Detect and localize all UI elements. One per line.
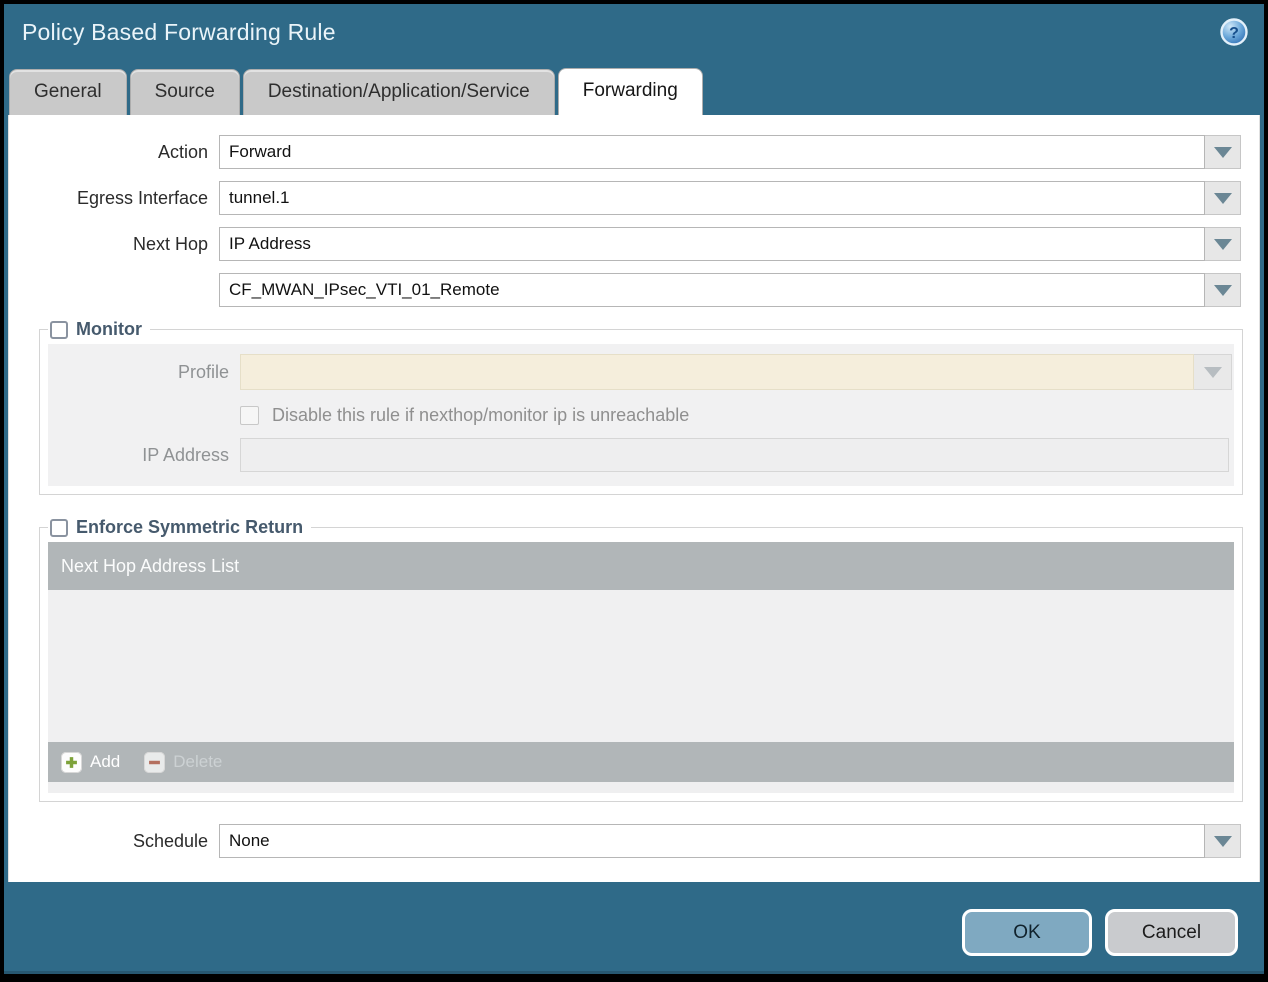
egress-interface-label: Egress Interface (76, 187, 208, 208)
chevron-down-icon (1213, 146, 1232, 158)
egress-interface-select[interactable]: tunnel.1 (219, 181, 1205, 215)
egress-interface-dropdown-button[interactable] (1205, 181, 1241, 215)
tab-destination-application-service[interactable]: Destination/Application/Service (242, 69, 555, 115)
help-icon-graphic: ? (1220, 18, 1248, 46)
next-hop-select[interactable]: IP Address (219, 227, 1205, 261)
monitor-ip-address-input (240, 438, 1229, 472)
monitor-fieldset: Monitor Profile Disable this rule if nex… (39, 319, 1243, 495)
add-button[interactable]: Add (61, 751, 121, 773)
profile-dropdown-button (1194, 354, 1232, 390)
enforce-symmetric-return-fieldset: Enforce Symmetric Return Next Hop Addres… (39, 517, 1243, 802)
tab-general[interactable]: General (9, 69, 127, 115)
delete-button-label: Delete (173, 752, 223, 771)
enforce-symmetric-return-legend: Enforce Symmetric Return (48, 517, 311, 538)
profile-label: Profile (177, 361, 229, 382)
disable-rule-checkbox (240, 406, 259, 425)
next-hop-address-list-header: Next Hop Address List (48, 542, 1234, 590)
action-row: Action Forward (9, 135, 1241, 169)
egress-interface-row: Egress Interface tunnel.1 (9, 181, 1241, 215)
enforce-symmetric-return-checkbox[interactable] (50, 518, 68, 537)
plus-icon (61, 751, 82, 773)
add-button-label: Add (90, 752, 121, 771)
chevron-down-icon (1213, 284, 1232, 296)
monitor-legend: Monitor (48, 319, 150, 340)
profile-select (240, 354, 1194, 390)
delete-button: Delete (144, 751, 223, 773)
next-hop-address-dropdown-button[interactable] (1205, 273, 1241, 307)
content-panel: Action Forward Egress Interface tunnel.1… (8, 115, 1260, 882)
chevron-down-icon (1213, 192, 1232, 204)
schedule-dropdown-button[interactable] (1205, 824, 1241, 858)
enforce-symmetric-return-legend-label: Enforce Symmetric Return (76, 517, 304, 537)
table-bottom-strip (48, 782, 1234, 793)
action-select[interactable]: Forward (219, 135, 1205, 169)
disable-rule-label: Disable this rule if nexthop/monitor ip … (272, 405, 690, 425)
tab-bar: General Source Destination/Application/S… (4, 68, 1264, 115)
schedule-row: Schedule None (9, 824, 1241, 858)
tab-forwarding[interactable]: Forwarding (557, 68, 703, 115)
footer-bar: OK Cancel (4, 882, 1264, 956)
ok-button[interactable]: OK (962, 909, 1092, 956)
monitor-ip-address-label: IP Address (142, 444, 229, 465)
profile-row: Profile (48, 354, 1232, 390)
next-hop-address-select[interactable]: CF_MWAN_IPsec_VTI_01_Remote (219, 273, 1205, 307)
tab-source[interactable]: Source (129, 69, 240, 115)
chevron-down-icon (1203, 366, 1222, 378)
next-hop-dropdown-button[interactable] (1205, 227, 1241, 261)
monitor-panel: Profile Disable this rule if nexthop/mon… (48, 344, 1234, 486)
action-dropdown-button[interactable] (1205, 135, 1241, 169)
monitor-legend-label: Monitor (76, 319, 142, 339)
disable-rule-row: Disable this rule if nexthop/monitor ip … (240, 405, 1232, 426)
next-hop-address-list-footer: Add Delete (48, 742, 1234, 782)
next-hop-address-list-body[interactable] (48, 590, 1234, 742)
dialog-frame: Policy Based Forwarding Rule ? General S… (4, 4, 1264, 974)
cancel-button[interactable]: Cancel (1105, 909, 1238, 956)
schedule-label: Schedule (132, 830, 208, 851)
help-icon[interactable]: ? (1219, 17, 1249, 47)
next-hop-label: Next Hop (132, 233, 208, 254)
chevron-down-icon (1213, 835, 1232, 847)
next-hop-address-row: CF_MWAN_IPsec_VTI_01_Remote (9, 273, 1241, 307)
monitor-checkbox[interactable] (50, 320, 68, 339)
dialog-title: Policy Based Forwarding Rule (22, 19, 336, 45)
minus-icon (144, 751, 166, 773)
chevron-down-icon (1213, 238, 1232, 250)
schedule-select[interactable]: None (219, 824, 1205, 858)
next-hop-row: Next Hop IP Address (9, 227, 1241, 261)
title-bar: Policy Based Forwarding Rule ? (4, 4, 1264, 68)
monitor-ip-address-row: IP Address (48, 438, 1232, 472)
next-hop-address-table: Next Hop Address List Add Delete (48, 542, 1234, 793)
svg-text:?: ? (1229, 25, 1239, 42)
action-label: Action (157, 141, 208, 162)
